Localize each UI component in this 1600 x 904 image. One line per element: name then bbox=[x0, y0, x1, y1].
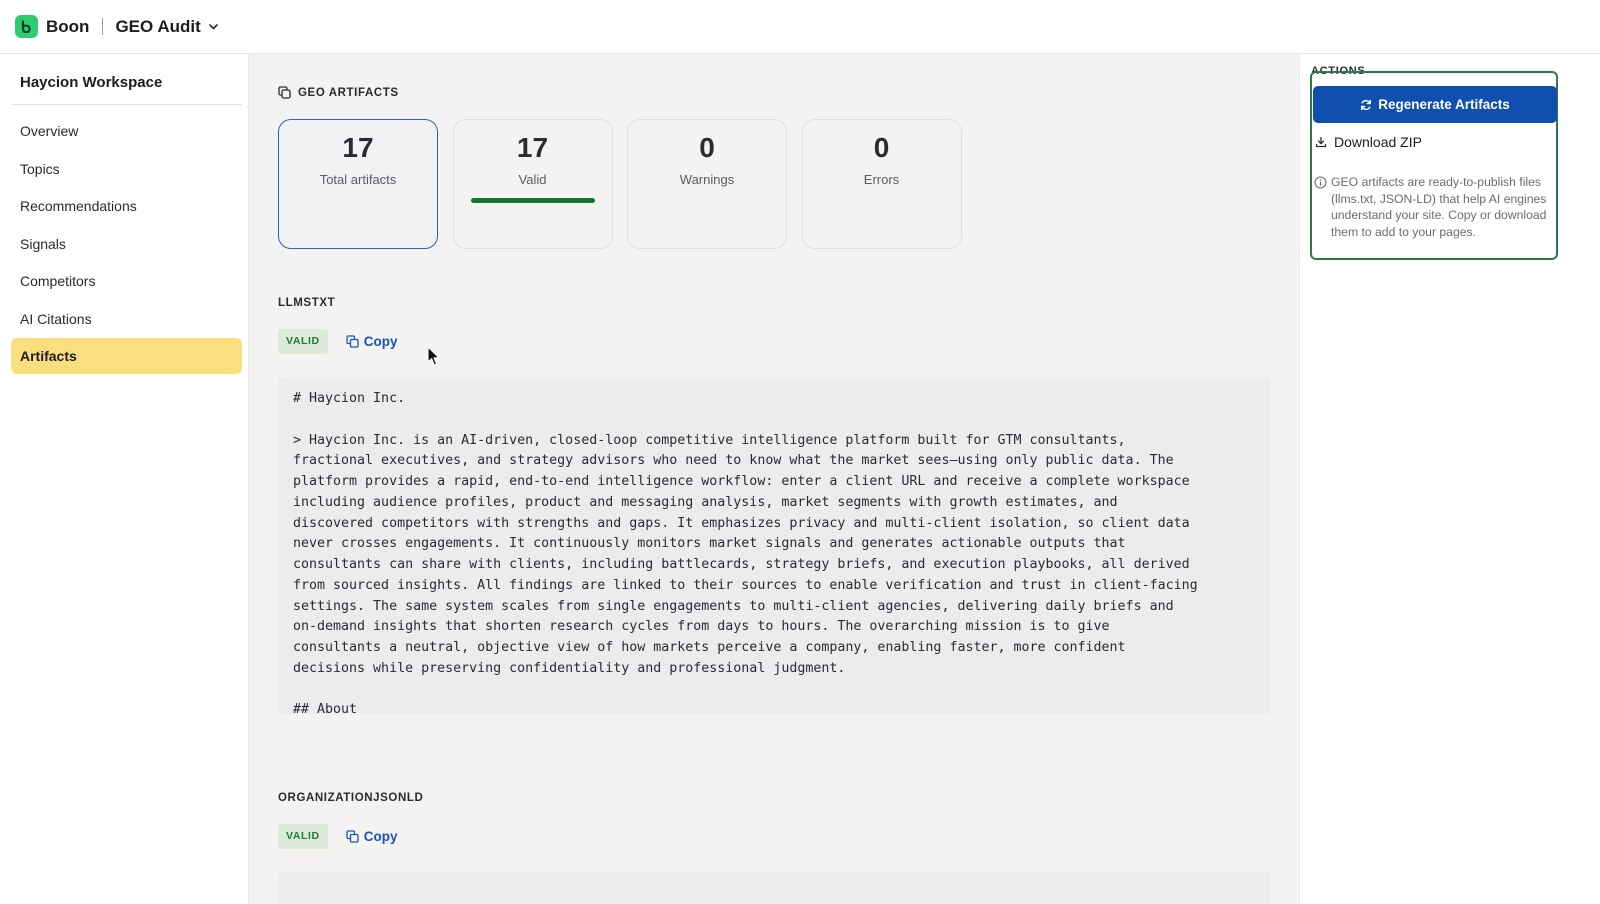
mouse-cursor-icon bbox=[427, 346, 440, 366]
download-label: Download ZIP bbox=[1334, 134, 1422, 150]
regenerate-label: Regenerate Artifacts bbox=[1378, 97, 1510, 112]
download-icon bbox=[1315, 136, 1327, 148]
artifact-code-block[interactable] bbox=[278, 872, 1270, 904]
info-text: GEO artifacts are ready-to-publish files… bbox=[1331, 175, 1547, 239]
sidebar-nav: Overview Topics Recommendations Signals … bbox=[11, 113, 242, 376]
sidebar-item-competitors[interactable]: Competitors bbox=[11, 263, 242, 299]
header-divider bbox=[102, 18, 104, 35]
artifact-title: ORGANIZATIONJSONLD bbox=[278, 792, 424, 804]
status-badge: VALID bbox=[278, 824, 328, 849]
sidebar-item-ai-citations[interactable]: AI Citations bbox=[11, 301, 242, 337]
sidebar-item-recommendations[interactable]: Recommendations bbox=[11, 188, 242, 224]
artifact-content: # Haycion Inc. > Haycion Inc. is an AI-d… bbox=[293, 391, 1198, 714]
sidebar: Haycion Workspace Overview Topics Recomm… bbox=[0, 54, 249, 904]
copy-label: Copy bbox=[363, 334, 398, 349]
section-header: GEO ARTIFACTS bbox=[278, 86, 399, 99]
stat-card-errors[interactable]: 0 Errors bbox=[801, 119, 962, 249]
info-note: GEO artifacts are ready-to-publish files… bbox=[1314, 174, 1558, 240]
copy-icon bbox=[346, 830, 359, 843]
copy-stack-icon bbox=[278, 86, 291, 99]
stat-value: 17 bbox=[342, 132, 374, 163]
valid-progress-bar bbox=[470, 198, 595, 203]
stat-value: 0 bbox=[873, 132, 890, 163]
boon-logo-icon[interactable] bbox=[15, 15, 38, 38]
artifact-toolbar: VALID Copy bbox=[278, 329, 397, 354]
stat-value: 17 bbox=[516, 132, 549, 163]
brand-name: Boon bbox=[46, 16, 90, 36]
section-title: GEO ARTIFACTS bbox=[298, 86, 399, 99]
sidebar-item-topics[interactable]: Topics bbox=[11, 151, 242, 187]
stats-row: 17 Total artifacts 17 Valid 0 Warnings 0… bbox=[278, 119, 976, 249]
stat-value: 0 bbox=[699, 132, 715, 163]
actions-panel: ACTIONS Regenerate Artifacts Download ZI… bbox=[1299, 54, 1600, 904]
stat-label: Errors bbox=[863, 172, 900, 187]
stat-label: Valid bbox=[518, 172, 547, 187]
status-badge: VALID bbox=[278, 329, 328, 354]
stat-card-warnings[interactable]: 0 Warnings bbox=[627, 119, 787, 249]
sidebar-divider bbox=[11, 104, 242, 105]
copy-icon bbox=[346, 335, 359, 348]
stat-card-valid[interactable]: 17 Valid bbox=[452, 119, 613, 249]
sidebar-item-overview[interactable]: Overview bbox=[11, 113, 242, 149]
stat-card-total[interactable]: 17 Total artifacts bbox=[278, 119, 438, 249]
refresh-icon bbox=[1361, 99, 1372, 110]
artifact-code-block[interactable]: # Haycion Inc. > Haycion Inc. is an AI-d… bbox=[278, 377, 1270, 714]
copy-button[interactable]: Copy bbox=[346, 334, 398, 349]
info-icon bbox=[1314, 176, 1327, 189]
download-zip-button[interactable]: Download ZIP bbox=[1315, 134, 1422, 150]
artifact-toolbar: VALID Copy bbox=[278, 824, 397, 849]
stat-label: Total artifacts bbox=[319, 172, 397, 187]
sidebar-item-signals[interactable]: Signals bbox=[11, 226, 242, 262]
chevron-down-icon[interactable] bbox=[208, 21, 219, 32]
sidebar-item-artifacts[interactable]: Artifacts bbox=[11, 338, 242, 374]
copy-label: Copy bbox=[363, 829, 398, 844]
main-content: GEO ARTIFACTS 17 Total artifacts 17 Vali… bbox=[249, 54, 1299, 904]
product-switcher[interactable]: GEO Audit bbox=[115, 17, 200, 37]
top-bar: Boon GEO Audit bbox=[0, 0, 1600, 54]
workspace-name[interactable]: Haycion Workspace bbox=[20, 74, 162, 91]
copy-button[interactable]: Copy bbox=[346, 829, 398, 844]
stat-label: Warnings bbox=[679, 172, 735, 187]
regenerate-artifacts-button[interactable]: Regenerate Artifacts bbox=[1313, 86, 1557, 123]
artifact-title: LLMSTXT bbox=[278, 297, 336, 309]
